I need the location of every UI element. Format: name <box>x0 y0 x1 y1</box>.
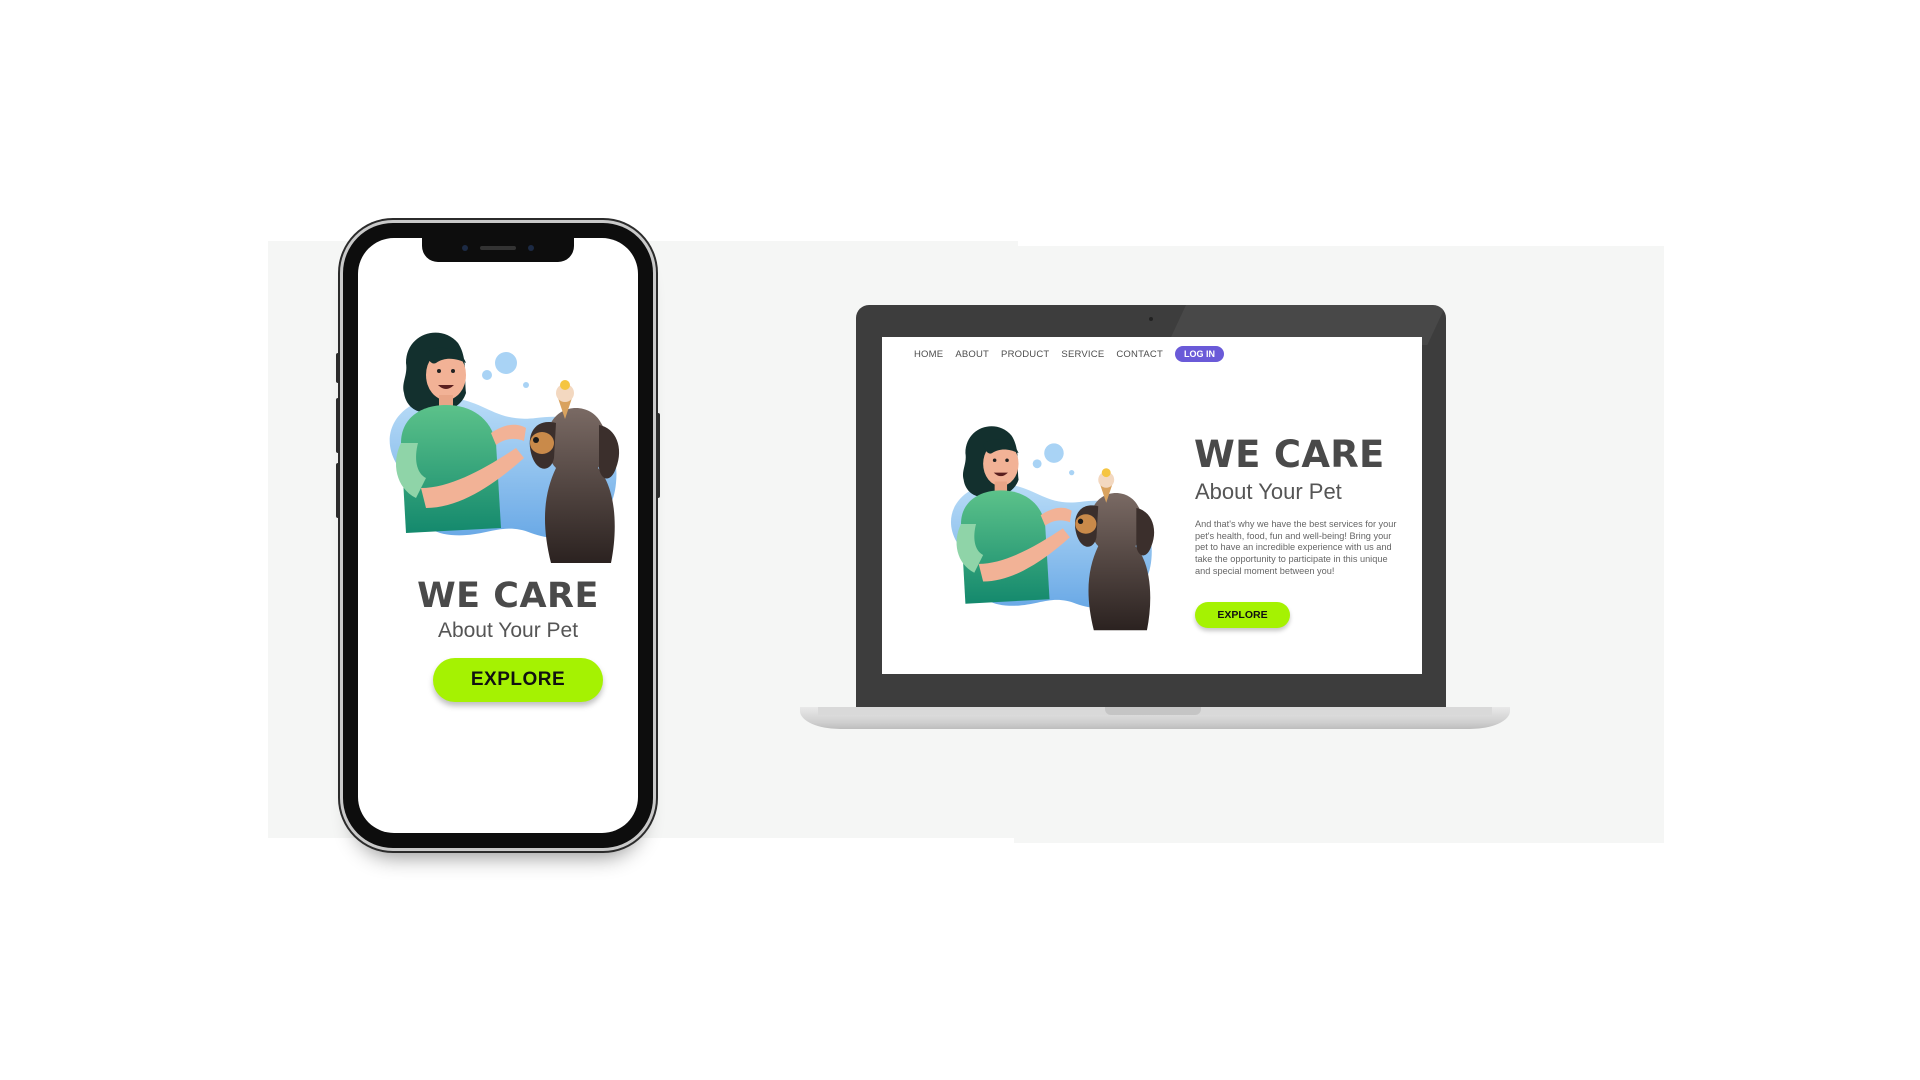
phone-notch <box>422 238 574 262</box>
mobile-hero-title: WE CARE <box>417 576 599 616</box>
phone-power-button <box>656 413 660 498</box>
phone-volume-down-button <box>336 463 340 518</box>
mobile-explore-button[interactable]: EXPLORE <box>433 658 603 702</box>
phone-volume-up-button <box>336 398 340 453</box>
nav-about[interactable]: ABOUT <box>955 349 989 360</box>
woman-with-dog-illustration <box>950 426 1155 631</box>
desktop-hero-title: WE CARE <box>1194 433 1385 476</box>
desktop-hero-description: And that's why we have the best services… <box>1195 519 1397 576</box>
phone-silent-switch <box>336 353 340 383</box>
woman-with-dog-illustration <box>389 332 620 563</box>
laptop-camera <box>1149 317 1153 321</box>
mobile-hero-subtitle: About Your Pet <box>437 619 579 642</box>
desktop-explore-button[interactable]: EXPLORE <box>1195 602 1290 628</box>
nav-product[interactable]: PRODUCT <box>1001 349 1049 360</box>
notch-speaker <box>480 246 516 250</box>
notch-camera <box>528 245 534 251</box>
phone-device: WE CARE About Your Pet EXPLORE <box>336 223 660 848</box>
mockup-stage: WE CARE About Your Pet EXPLORE HOME ABOU… <box>0 0 1920 1080</box>
phone-screen: WE CARE About Your Pet EXPLORE <box>358 238 638 833</box>
laptop-opening-notch <box>1105 707 1201 715</box>
laptop-device: HOME ABOUT PRODUCT SERVICE CONTACT LOG I… <box>856 305 1446 710</box>
desktop-hero-subtitle: About Your Pet <box>1195 479 1342 504</box>
nav-home[interactable]: HOME <box>914 349 943 360</box>
login-button[interactable]: LOG IN <box>1174 346 1224 362</box>
notch-sensor <box>462 245 468 251</box>
top-navigation: HOME ABOUT PRODUCT SERVICE CONTACT LOG I… <box>914 346 1224 362</box>
nav-contact[interactable]: CONTACT <box>1116 349 1163 360</box>
nav-service[interactable]: SERVICE <box>1061 349 1104 360</box>
laptop-screen: HOME ABOUT PRODUCT SERVICE CONTACT LOG I… <box>882 337 1422 674</box>
